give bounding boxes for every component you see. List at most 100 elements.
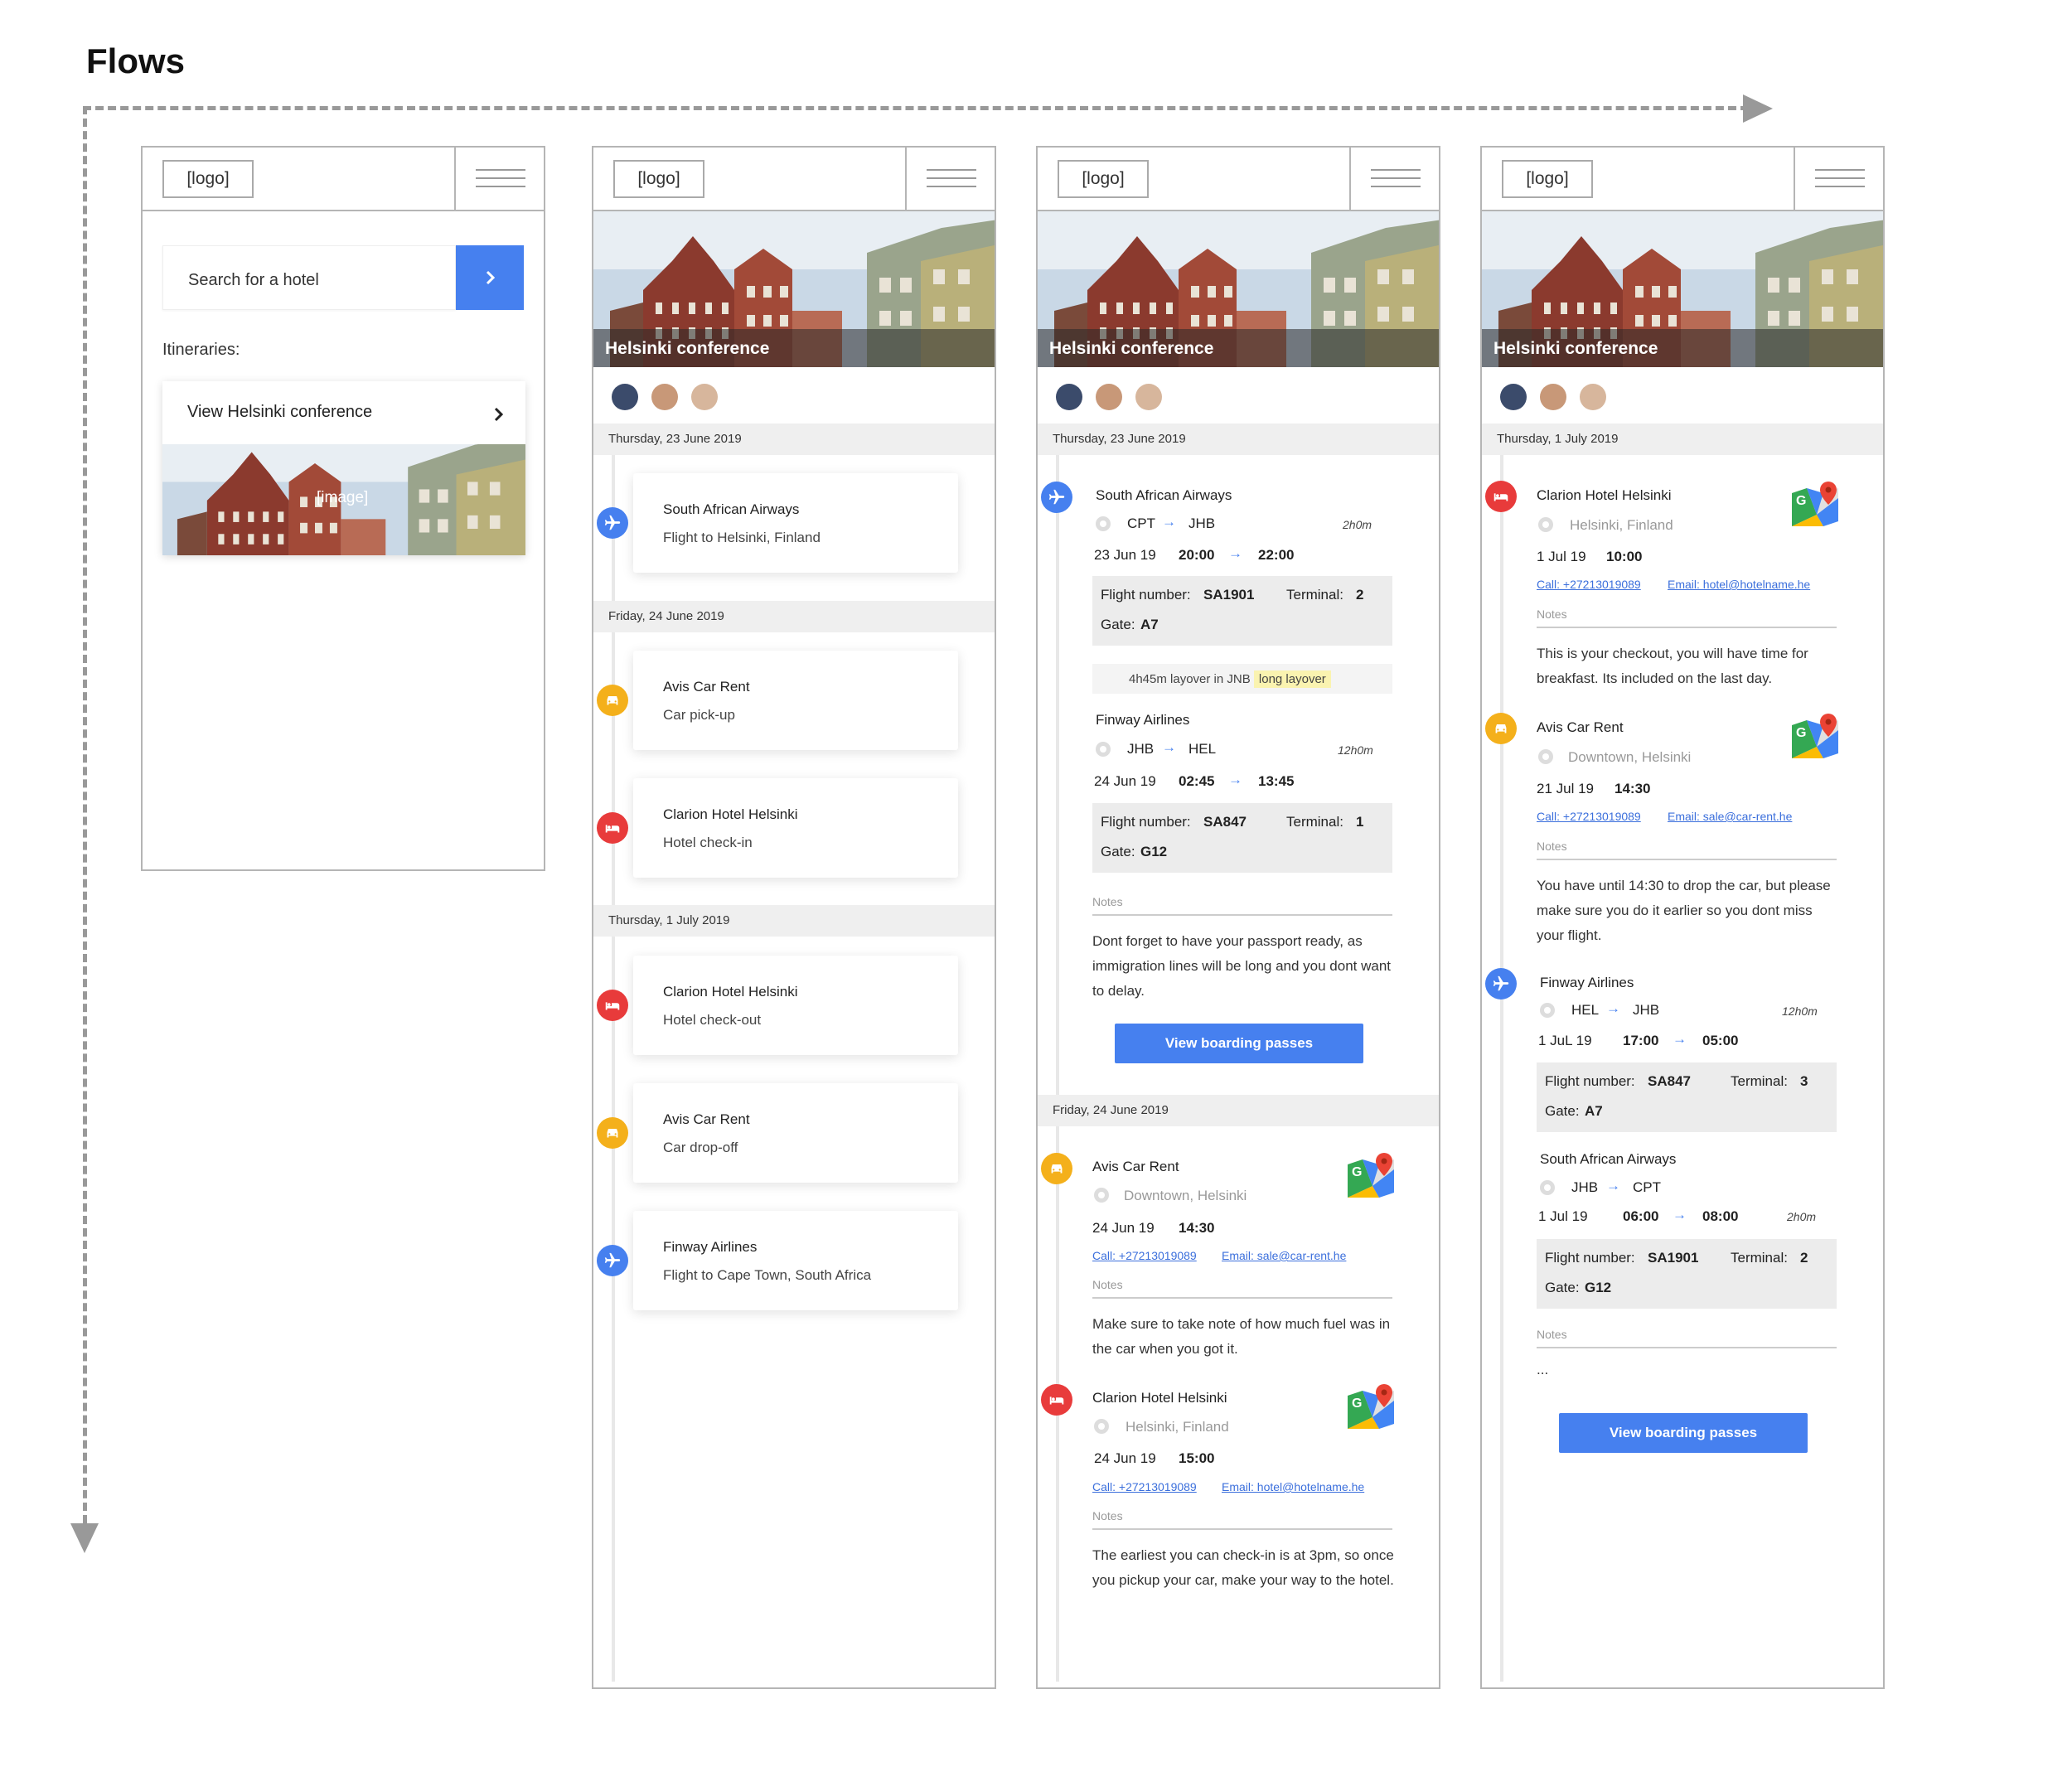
- itinerary-item-card[interactable]: Clarion Hotel Helsinki Hotel check-out: [633, 956, 958, 1055]
- arrow-down-icon: [70, 1523, 99, 1553]
- car-icon: [1485, 713, 1517, 744]
- avatar[interactable]: [1540, 384, 1566, 410]
- location-pin-icon: [1096, 516, 1111, 531]
- view-boarding-passes-button[interactable]: View boarding passes: [1559, 1413, 1808, 1453]
- notes-divider: [1092, 1297, 1392, 1299]
- hero-image: Helsinki conference: [1038, 211, 1439, 367]
- hamburger-menu-icon[interactable]: [454, 148, 544, 210]
- booking-date: 24 Jun 19: [1094, 1450, 1156, 1466]
- flight-number-label: Flight number:: [1545, 1073, 1635, 1089]
- car-icon: [1041, 1153, 1072, 1184]
- car-icon: [597, 685, 628, 716]
- itinerary-item-card[interactable]: Finway Airlines Flight to Cape Town, Sou…: [633, 1211, 958, 1310]
- itinerary-card[interactable]: View Helsinki conference [image]: [162, 381, 525, 555]
- hotel-name: Clarion Hotel Helsinki: [1092, 1390, 1227, 1406]
- avatar[interactable]: [612, 384, 638, 410]
- email-link[interactable]: Email: hotel@hotelname.he: [1668, 578, 1810, 591]
- avatar[interactable]: [1135, 384, 1162, 410]
- booking-date: 21 Jul 19: [1537, 781, 1594, 796]
- departure-time: 20:00: [1179, 547, 1215, 563]
- arrival-time: 22:00: [1258, 547, 1295, 563]
- search-input[interactable]: Search for a hotel: [162, 245, 456, 310]
- booking-date: 24 Jun 19: [1092, 1220, 1155, 1236]
- item-subtitle: Car pick-up: [663, 707, 735, 723]
- call-link[interactable]: Call: +27213019089: [1092, 1249, 1197, 1262]
- arrow-right-icon: →: [1228, 772, 1242, 787]
- item-subtitle: Hotel check-in: [663, 835, 753, 850]
- avatar[interactable]: [651, 384, 678, 410]
- itinerary-item-card[interactable]: South African Airways Flight to Helsinki…: [633, 473, 958, 573]
- gate-label: Gate:: [1545, 1280, 1580, 1295]
- flight-number: SA1901: [1648, 1250, 1699, 1266]
- hamburger-menu-icon[interactable]: [1794, 148, 1883, 210]
- arrival-time: 05:00: [1702, 1033, 1739, 1048]
- flight-number: SA847: [1648, 1073, 1691, 1089]
- booking-time: 14:30: [1179, 1220, 1215, 1236]
- flight-from: HEL: [1571, 1002, 1600, 1018]
- google-maps-icon[interactable]: [1792, 482, 1838, 528]
- date-header: Thursday, 1 July 2019: [1482, 424, 1883, 455]
- traveller-avatars: [1482, 367, 1883, 424]
- hero-image: Helsinki conference: [593, 211, 995, 367]
- arrival-time: 13:45: [1258, 773, 1295, 789]
- avatar[interactable]: [1500, 384, 1527, 410]
- page-title: Flows: [86, 41, 186, 80]
- avatar[interactable]: [1056, 384, 1082, 410]
- departure-time: 17:00: [1623, 1033, 1659, 1048]
- itineraries-label: Itineraries:: [162, 341, 240, 359]
- itinerary-item-card[interactable]: Avis Car Rent Car pick-up: [633, 651, 958, 750]
- location-pin-icon: [1540, 1180, 1555, 1195]
- terminal: 2: [1356, 587, 1364, 603]
- date-header: Friday, 24 June 2019: [1038, 1095, 1439, 1126]
- flight-duration: 2h0m: [1343, 518, 1372, 531]
- hero-image: Helsinki conference: [1482, 211, 1883, 367]
- avatar[interactable]: [1096, 384, 1122, 410]
- screen-itinerary-overview: [logo] Helsinki conference Thursday, 23 …: [592, 146, 996, 1689]
- image-placeholder: [image]: [317, 489, 369, 506]
- date-header: Thursday, 1 July 2019: [593, 905, 995, 937]
- logo[interactable]: [logo]: [1502, 160, 1593, 198]
- search-submit-button[interactable]: [456, 245, 524, 310]
- booking-time: 10:00: [1606, 549, 1643, 564]
- hamburger-menu-icon[interactable]: [1349, 148, 1439, 210]
- flight-from: JHB: [1571, 1179, 1599, 1195]
- view-boarding-passes-button[interactable]: View boarding passes: [1115, 1024, 1363, 1063]
- terminal-label: Terminal:: [1731, 1250, 1788, 1266]
- chevron-right-icon: [494, 407, 504, 422]
- avatar[interactable]: [691, 384, 718, 410]
- plane-icon: [597, 507, 628, 539]
- hamburger-menu-icon[interactable]: [905, 148, 995, 210]
- gate: A7: [1140, 617, 1159, 632]
- itinerary-item-card[interactable]: Clarion Hotel Helsinki Hotel check-in: [633, 778, 958, 878]
- email-link[interactable]: Email: hotel@hotelname.he: [1222, 1480, 1364, 1493]
- location-pin-icon: [1540, 1003, 1555, 1018]
- logo[interactable]: [logo]: [1058, 160, 1149, 198]
- notes-text: ...: [1537, 1362, 1549, 1377]
- notes-divider: [1537, 859, 1837, 860]
- logo[interactable]: [logo]: [162, 160, 254, 198]
- notes-text: You have until 14:30 to drop the car, bu…: [1537, 878, 1831, 943]
- terminal: 2: [1800, 1250, 1808, 1266]
- item-subtitle: Hotel check-out: [663, 1012, 762, 1028]
- google-maps-icon[interactable]: [1792, 714, 1838, 760]
- email-link[interactable]: Email: sale@car-rent.he: [1668, 810, 1792, 823]
- logo[interactable]: [logo]: [613, 160, 704, 198]
- call-link[interactable]: Call: +27213019089: [1092, 1480, 1197, 1493]
- screen-itinerary-detail-day1: [logo] Helsinki conference Thursday, 23 …: [1036, 146, 1440, 1689]
- flight-number: SA1901: [1203, 587, 1255, 603]
- arrow-right-icon: →: [1228, 545, 1242, 561]
- flight-from: JHB: [1127, 741, 1155, 757]
- google-maps-icon[interactable]: [1348, 1153, 1394, 1199]
- notes-label: Notes: [1092, 1278, 1123, 1291]
- call-link[interactable]: Call: +27213019089: [1537, 578, 1641, 591]
- item-title: Avis Car Rent: [663, 1111, 750, 1127]
- google-maps-icon[interactable]: [1348, 1384, 1394, 1430]
- date-header: Thursday, 23 June 2019: [593, 424, 995, 455]
- item-title: Clarion Hotel Helsinki: [663, 984, 798, 1000]
- itinerary-item-card[interactable]: Avis Car Rent Car drop-off: [633, 1083, 958, 1183]
- email-link[interactable]: Email: sale@car-rent.he: [1222, 1249, 1346, 1262]
- call-link[interactable]: Call: +27213019089: [1537, 810, 1641, 823]
- avatar[interactable]: [1580, 384, 1606, 410]
- car-icon: [597, 1117, 628, 1149]
- location: Helsinki, Finland: [1570, 517, 1673, 533]
